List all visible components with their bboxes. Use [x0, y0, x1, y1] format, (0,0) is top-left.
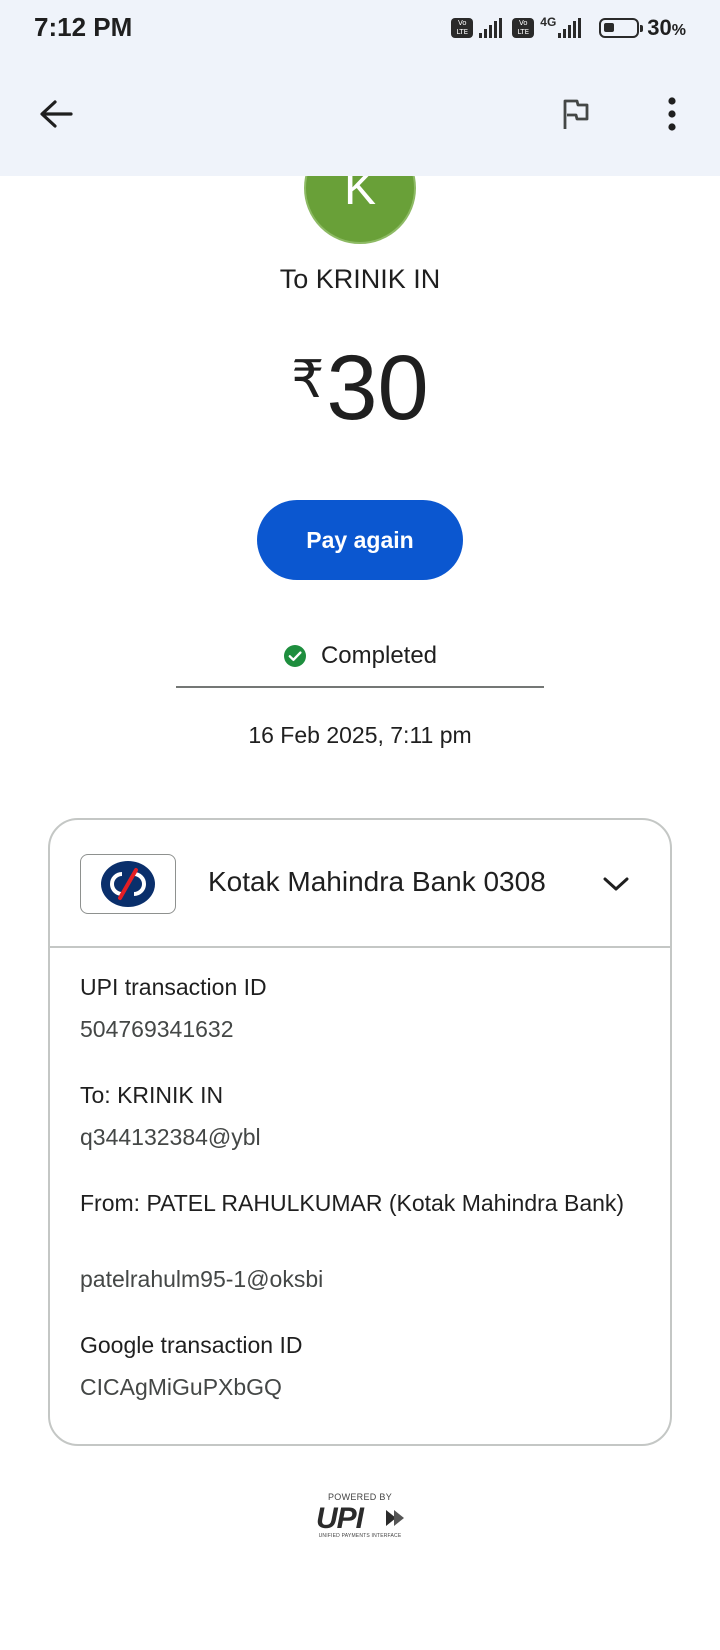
- volte-icon: Vo LTE: [451, 18, 474, 38]
- volte-icon-2: Vo LTE: [512, 18, 535, 38]
- upi-subtitle: UNIFIED PAYMENTS INTERFACE: [318, 1533, 402, 1539]
- status-time: 7:12 PM: [34, 12, 133, 42]
- report-flag-button[interactable]: [548, 86, 604, 142]
- from-upi-id[interactable]: patelrahulm95-1@oksbi: [80, 1262, 323, 1296]
- status-icons: Vo LTE Vo LTE 4G 30%: [451, 14, 686, 42]
- more-vert-icon: [668, 97, 676, 131]
- transaction-details-card: Kotak Mahindra Bank 0308 UPI transaction…: [48, 818, 672, 1446]
- battery-percent: 30%: [647, 15, 686, 40]
- to-label: To: KRINIK IN: [80, 1082, 224, 1108]
- expand-button[interactable]: [590, 858, 642, 910]
- check-circle-icon: [283, 645, 306, 667]
- chevron-down-icon: [603, 877, 629, 891]
- divider: [176, 686, 544, 688]
- status-text: Completed: [320, 642, 438, 669]
- signal-icon: [479, 18, 504, 38]
- flag-icon: [563, 99, 589, 129]
- payee-name: To KRINIK IN: [279, 264, 441, 294]
- upi-logo: POWERED BY UPI UNIFIED PAYMENTS INTERFAC…: [312, 1492, 408, 1542]
- signal-icon-2: [558, 18, 583, 38]
- bank-name: Kotak Mahindra Bank 0308: [208, 866, 546, 897]
- app-bar: [0, 56, 720, 176]
- network-type: 4G: [540, 15, 557, 29]
- currency-symbol: ₹: [291, 351, 325, 409]
- amount: ₹30: [0, 336, 720, 441]
- upi-transaction-id-value[interactable]: 504769341632: [80, 1012, 234, 1046]
- bank-account-row[interactable]: Kotak Mahindra Bank 0308: [50, 820, 670, 948]
- card-divider: [50, 946, 670, 948]
- kotak-logo-icon: [101, 861, 155, 907]
- status-row: Completed: [0, 638, 720, 674]
- powered-by-text: POWERED BY: [327, 1492, 392, 1502]
- battery-icon: [599, 18, 644, 38]
- back-button[interactable]: [28, 86, 84, 142]
- amount-value: 30: [326, 337, 429, 439]
- from-label: From: PATEL RAHULKUMAR (Kotak Mahindra B…: [80, 1190, 625, 1216]
- status-bar: 7:12 PM Vo LTE Vo LTE 4G 30%: [0, 0, 720, 56]
- to-upi-id[interactable]: q344132384@ybl: [80, 1120, 261, 1154]
- pay-again-button[interactable]: Pay again: [257, 500, 463, 580]
- arrow-left-icon: [40, 100, 73, 128]
- bank-logo: [80, 854, 176, 914]
- transaction-details-screen: 7:12 PM Vo LTE Vo LTE 4G 30% K To KRINIK…: [0, 0, 720, 1650]
- google-transaction-id-value[interactable]: CICAgMiGuPXbGQ: [80, 1370, 282, 1404]
- transaction-datetime: 16 Feb 2025, 7:11 pm: [248, 722, 472, 748]
- upi-transaction-id-label: UPI transaction ID: [80, 974, 267, 1000]
- upi-wordmark: UPI: [316, 1502, 364, 1535]
- google-transaction-id-label: Google transaction ID: [80, 1332, 303, 1358]
- upi-arrow-icon: [386, 1510, 404, 1526]
- more-options-button[interactable]: [644, 86, 700, 142]
